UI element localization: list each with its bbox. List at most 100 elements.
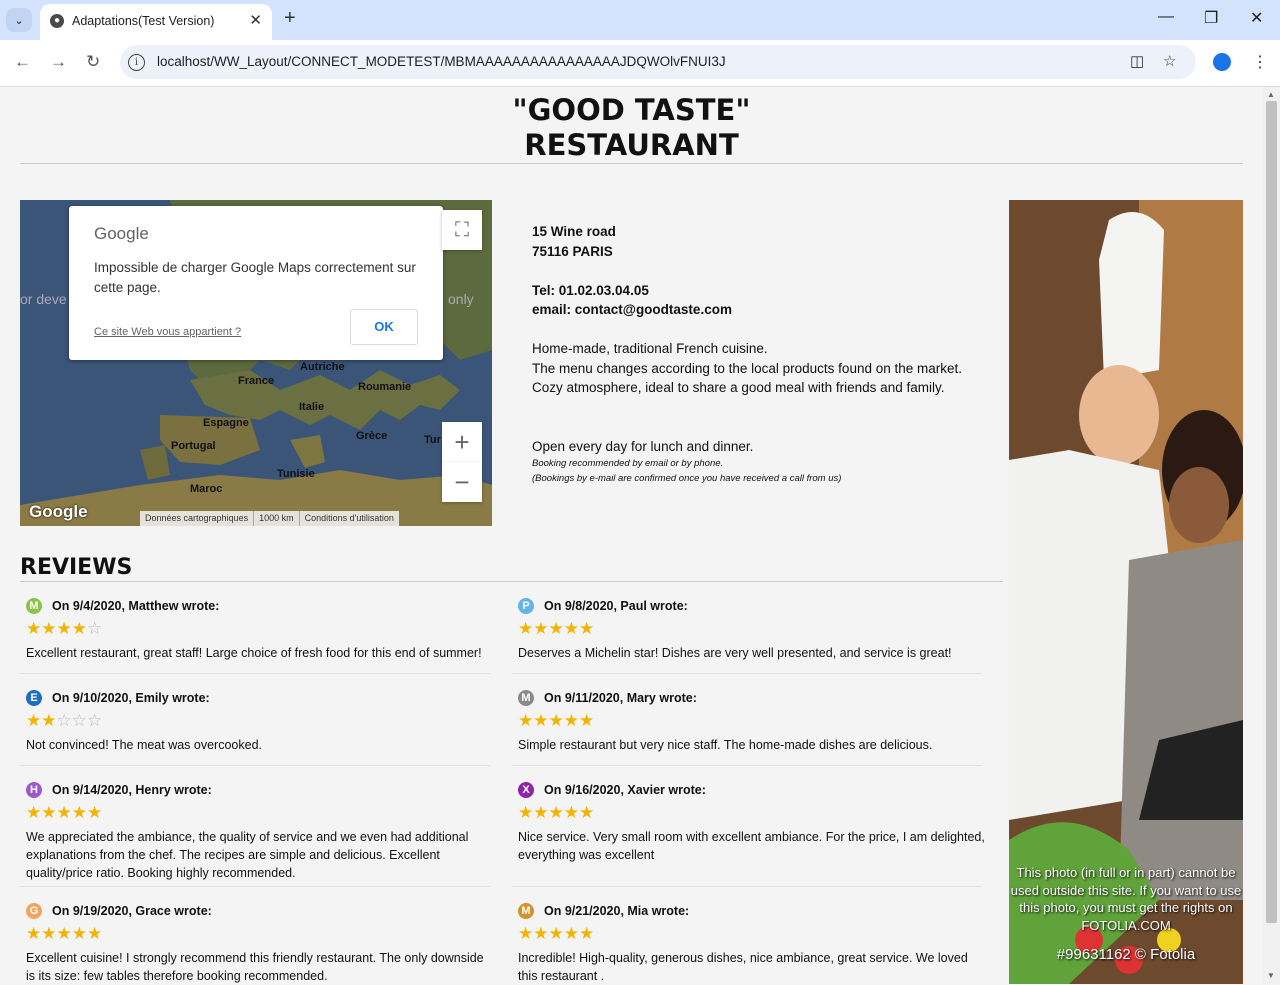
star-filled-icon: ★: [71, 619, 87, 638]
site-info-icon[interactable]: i: [128, 54, 145, 71]
review-text: Not convinced! The meat was overcooked.: [26, 738, 263, 752]
booking-note: Booking recommended by email or by phone…: [532, 458, 724, 469]
google-map[interactable]: France Autriche Roumanie Italie Espagne …: [20, 200, 492, 526]
page-title-line1: "GOOD TASTE": [512, 93, 751, 127]
star-filled-icon: ★: [518, 803, 534, 822]
star-filled-icon: ★: [26, 711, 42, 730]
profile-icon[interactable]: [1213, 53, 1231, 71]
map-owner-link[interactable]: Ce site Web vous appartient ?: [94, 326, 241, 338]
map-terms-link[interactable]: Conditions d'utilisation: [298, 511, 399, 526]
review-item: P On 9/8/2020, Paul wrote: ★★★★★ Deserves a…: [518, 597, 988, 662]
address-line2: 75116 PARIS: [532, 243, 613, 259]
avatar: G: [26, 903, 42, 919]
map-error-dialog: Google Impossible de charger Google Maps…: [69, 206, 443, 360]
review-separator: [20, 886, 490, 887]
photo-rights-caption: This photo (in full or in part) cannot b…: [1010, 865, 1242, 933]
star-rating: ★★☆☆☆: [26, 712, 496, 730]
zoom-in-button[interactable]: +: [442, 422, 482, 462]
map-data-link[interactable]: Données cartographiques: [140, 511, 253, 526]
restaurant-info: 15 Wine road 75116 PARIS Tel: 01.02.03.0…: [532, 222, 982, 486]
map-ok-button[interactable]: OK: [350, 309, 418, 345]
avatar: M: [518, 690, 534, 706]
review-author: On 9/19/2020, Grace wrote:: [52, 904, 212, 918]
scroll-thumb[interactable]: [1266, 101, 1277, 923]
address-line1: 15 Wine road: [532, 224, 616, 239]
browser-toolbar: ← → ↻ i localhost/WW_Layout/CONNECT_MODE…: [0, 40, 1280, 87]
map-label-espagne: Espagne: [203, 417, 249, 429]
scroll-up-icon[interactable]: ▲: [1267, 90, 1275, 99]
map-scale: 1000 km: [253, 511, 299, 526]
star-empty-icon: ☆: [87, 711, 103, 730]
star-rating: ★★★★★: [518, 712, 988, 730]
description-line3: Cozy atmosphere, ideal to share a good m…: [532, 380, 945, 395]
star-empty-icon: ☆: [56, 711, 72, 730]
avatar: H: [26, 782, 42, 798]
review-separator: [512, 673, 982, 674]
avatar: M: [26, 598, 42, 614]
star-filled-icon: ★: [518, 711, 534, 730]
url-text[interactable]: localhost/WW_Layout/CONNECT_MODETEST/MBM…: [157, 54, 726, 69]
review-author: On 9/14/2020, Henry wrote:: [52, 783, 212, 797]
minimize-icon[interactable]: —: [1158, 8, 1174, 26]
menu-kebab-icon[interactable]: ⋮: [1252, 52, 1268, 72]
booking-confirmation-note: (Bookings by e-mail are confirmed once y…: [532, 473, 842, 484]
star-filled-icon: ★: [87, 924, 103, 943]
map-overlay-text-left: or deve: [20, 291, 67, 307]
review-text: Deserves a Michelin star! Dishes are ver…: [518, 646, 952, 660]
title-divider: [20, 163, 1243, 164]
avatar: P: [518, 598, 534, 614]
page-title-line2: RESTAURANT: [524, 128, 739, 162]
globe-icon: ●: [50, 14, 64, 28]
fullscreen-icon[interactable]: ⛶: [442, 210, 482, 250]
scroll-down-icon[interactable]: ▼: [1267, 971, 1275, 980]
chef-photo: This photo (in full or in part) cannot b…: [1009, 200, 1243, 984]
review-header: E On 9/10/2020, Emily wrote:: [26, 689, 496, 707]
description-line2: The menu changes according to the local …: [532, 360, 963, 376]
email: email: contact@goodtaste.com: [532, 302, 732, 317]
bookmark-star-icon[interactable]: ☆: [1163, 52, 1176, 70]
star-filled-icon: ★: [563, 619, 579, 638]
star-filled-icon: ★: [56, 924, 72, 943]
review-item: M On 9/4/2020, Matthew wrote: ★★★★☆ Excelle…: [26, 597, 496, 662]
map-label-france: France: [238, 375, 275, 387]
star-rating: ★★★★★: [26, 804, 496, 822]
review-text: Simple restaurant but very nice staff. T…: [518, 738, 933, 752]
phone: Tel: 01.02.03.04.05: [532, 282, 649, 298]
new-tab-icon[interactable]: +: [284, 7, 296, 30]
translate-icon[interactable]: ◫: [1130, 52, 1144, 70]
review-header: H On 9/14/2020, Henry wrote:: [26, 781, 496, 799]
star-rating: ★★★★★: [518, 804, 988, 822]
review-item: M On 9/11/2020, Mary wrote: ★★★★★ Simple re…: [518, 689, 988, 754]
back-icon[interactable]: ←: [14, 52, 31, 72]
page-scrollbar[interactable]: ▲ ▼: [1263, 87, 1280, 984]
star-filled-icon: ★: [26, 803, 42, 822]
review-text: Incredible! High-quality, generous dishe…: [518, 951, 968, 983]
zoom-out-button[interactable]: −: [442, 462, 482, 502]
star-filled-icon: ★: [41, 924, 57, 943]
review-text: Nice service. Very small room with excel…: [518, 830, 985, 862]
map-label-portugal: Portugal: [171, 440, 216, 452]
star-filled-icon: ★: [41, 619, 57, 638]
review-item: X On 9/16/2020, Xavier wrote: ★★★★★ Nice se…: [518, 781, 988, 864]
browser-tab[interactable]: ● Adaptations(Test Version) ✕: [40, 4, 272, 40]
star-empty-icon: ☆: [87, 619, 103, 638]
forward-icon[interactable]: →: [50, 52, 67, 72]
star-filled-icon: ★: [563, 924, 579, 943]
review-item: E On 9/10/2020, Emily wrote: ★★☆☆☆ Not conv…: [26, 689, 496, 754]
address-bar[interactable]: i localhost/WW_Layout/CONNECT_MODETEST/M…: [120, 45, 1196, 79]
reload-icon[interactable]: ↻: [86, 52, 100, 72]
opening-hours: Open every day for lunch and dinner.: [532, 438, 754, 454]
star-filled-icon: ★: [548, 803, 564, 822]
restore-icon[interactable]: ❐: [1204, 8, 1218, 28]
tab-search-icon[interactable]: ⌄: [6, 8, 32, 32]
review-text: Excellent restaurant, great staff! Large…: [26, 646, 482, 660]
close-tab-icon[interactable]: ✕: [249, 11, 262, 29]
map-label-autriche: Autriche: [300, 361, 345, 373]
avatar: E: [26, 690, 42, 706]
close-window-icon[interactable]: ✕: [1250, 8, 1263, 28]
photo-copyright: #99631162 © Fotolia: [1056, 946, 1196, 963]
star-filled-icon: ★: [548, 711, 564, 730]
google-logo: Google: [94, 224, 149, 243]
star-filled-icon: ★: [26, 619, 42, 638]
reviews-divider: [20, 581, 1003, 582]
